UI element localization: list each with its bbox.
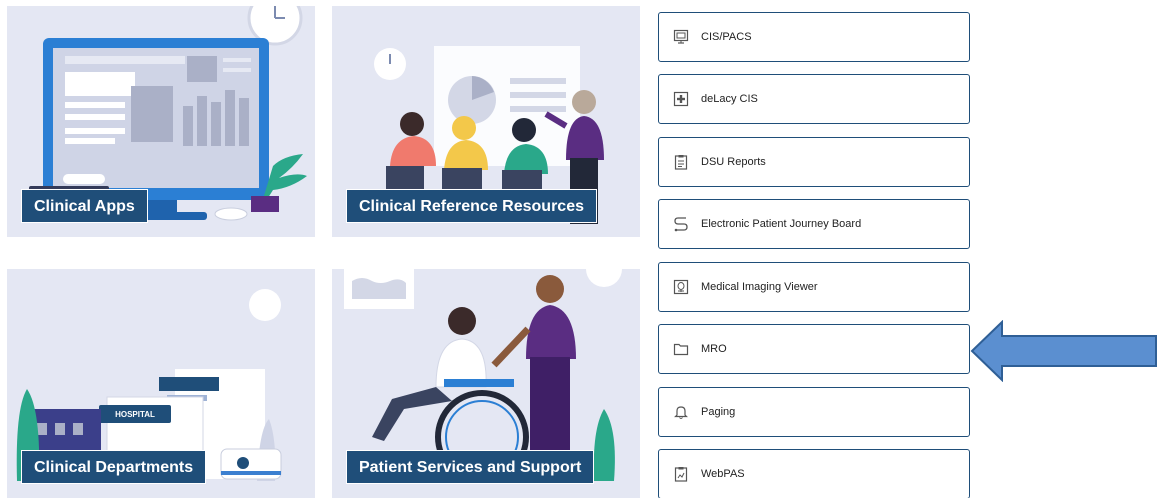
app-button-label: Medical Imaging Viewer — [701, 281, 818, 293]
tile-patient-services-and-support[interactable]: Patient Services and Support — [332, 269, 640, 498]
hospital-sign-text: HOSPITAL — [115, 410, 155, 419]
bell-icon — [673, 404, 689, 420]
app-button-medical-imaging-viewer[interactable]: Medical Imaging Viewer — [658, 262, 970, 312]
app-button-electronic-patient-journey-board[interactable]: Electronic Patient Journey Board — [658, 199, 970, 249]
app-button-label: CIS/PACS — [701, 31, 752, 43]
tile-label: Clinical Apps — [21, 189, 148, 223]
clipboard-icon — [673, 154, 689, 170]
tile-clinical-reference-resources[interactable]: Clinical Reference Resources — [332, 6, 640, 237]
clipboard-chart-icon — [673, 466, 689, 482]
app-button-delacy-cis[interactable]: deLacy CIS — [658, 74, 970, 124]
app-button-label: deLacy CIS — [701, 93, 758, 105]
app-button-dsu-reports[interactable]: DSU Reports — [658, 137, 970, 187]
app-button-label: WebPAS — [701, 468, 745, 480]
app-button-paging[interactable]: Paging — [658, 387, 970, 437]
tile-clinical-departments[interactable]: HOSPITAL Clinical Departments — [7, 269, 315, 498]
tile-label: Clinical Reference Resources — [346, 189, 597, 223]
monitor-icon — [673, 29, 689, 45]
app-button-label: MRO — [701, 343, 727, 355]
imaging-icon — [673, 279, 689, 295]
tile-clinical-apps[interactable]: Clinical Apps — [7, 6, 315, 237]
medical-cross-icon — [673, 91, 689, 107]
app-button-label: Electronic Patient Journey Board — [701, 218, 862, 230]
app-button-label: DSU Reports — [701, 156, 766, 168]
tile-label: Clinical Departments — [21, 450, 207, 484]
tile-label: Patient Services and Support — [346, 450, 595, 484]
route-icon — [673, 216, 689, 232]
app-button-label: Paging — [701, 406, 736, 418]
folder-icon — [673, 341, 689, 357]
annotation-arrow — [970, 320, 1157, 382]
app-button-webpas[interactable]: WebPAS — [658, 449, 970, 498]
app-button-cis-pacs[interactable]: CIS/PACS — [658, 12, 970, 62]
app-button-mro[interactable]: MRO — [658, 324, 970, 374]
